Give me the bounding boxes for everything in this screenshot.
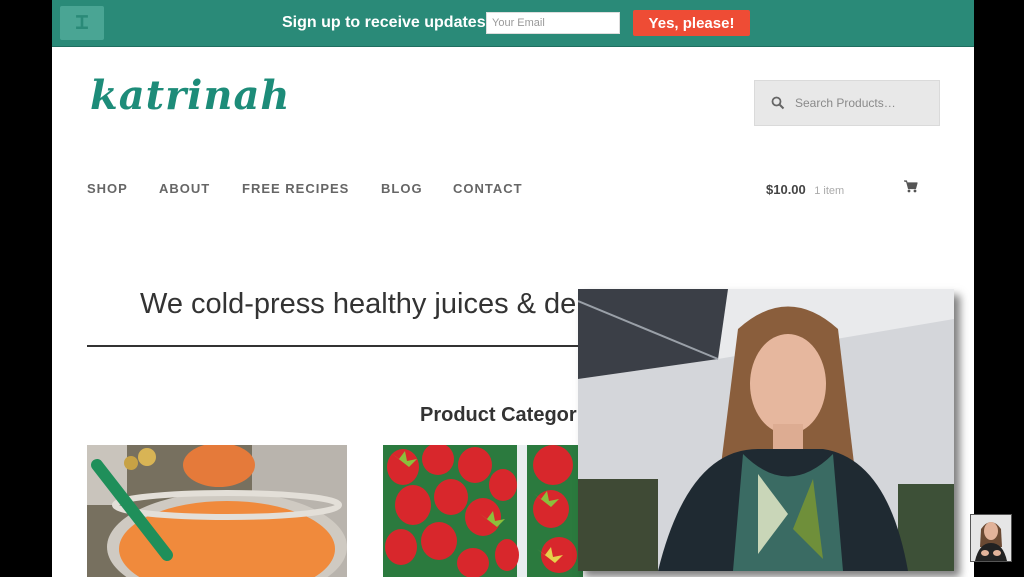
nav-item-shop[interactable]: SHOP (87, 181, 128, 196)
product-categories-heading: Product Categor (420, 404, 577, 426)
product-tile-juice[interactable] (87, 445, 347, 577)
site-logo-icon[interactable]: ⌶ (60, 6, 104, 40)
presenter-video-image (578, 289, 954, 571)
signup-submit-button[interactable]: Yes, please! (633, 10, 750, 36)
video-overlay[interactable] (578, 289, 954, 571)
cart-summary[interactable]: $10.00 1 item (766, 181, 844, 199)
signup-bar: ⌶ Sign up to receive updates Yes, please… (52, 0, 974, 47)
interpreter-image (971, 515, 1011, 561)
product-tile-strawberries[interactable] (383, 445, 583, 577)
carrot-juice-image (87, 445, 347, 577)
strawberries-image (383, 445, 583, 577)
search-box[interactable] (754, 80, 940, 126)
brand-logo[interactable]: katrinah (90, 72, 290, 119)
cart-item-count: 1 item (814, 185, 845, 197)
nav-item-about[interactable]: ABOUT (159, 181, 210, 196)
search-input[interactable] (795, 93, 933, 113)
hero-tagline: We cold-press healthy juices & delive (140, 288, 620, 320)
nav-item-contact[interactable]: CONTACT (453, 181, 523, 196)
cart-amount: $10.00 (766, 182, 806, 197)
signup-label: Sign up to receive updates (282, 14, 486, 31)
nav-item-blog[interactable]: BLOG (381, 181, 423, 196)
search-icon (771, 96, 785, 110)
shopping-cart-icon[interactable] (904, 180, 918, 193)
nav-item-free-recipes[interactable]: FREE RECIPES (242, 181, 349, 196)
email-field[interactable] (486, 12, 620, 34)
interpreter-thumbnail[interactable] (970, 514, 1012, 562)
